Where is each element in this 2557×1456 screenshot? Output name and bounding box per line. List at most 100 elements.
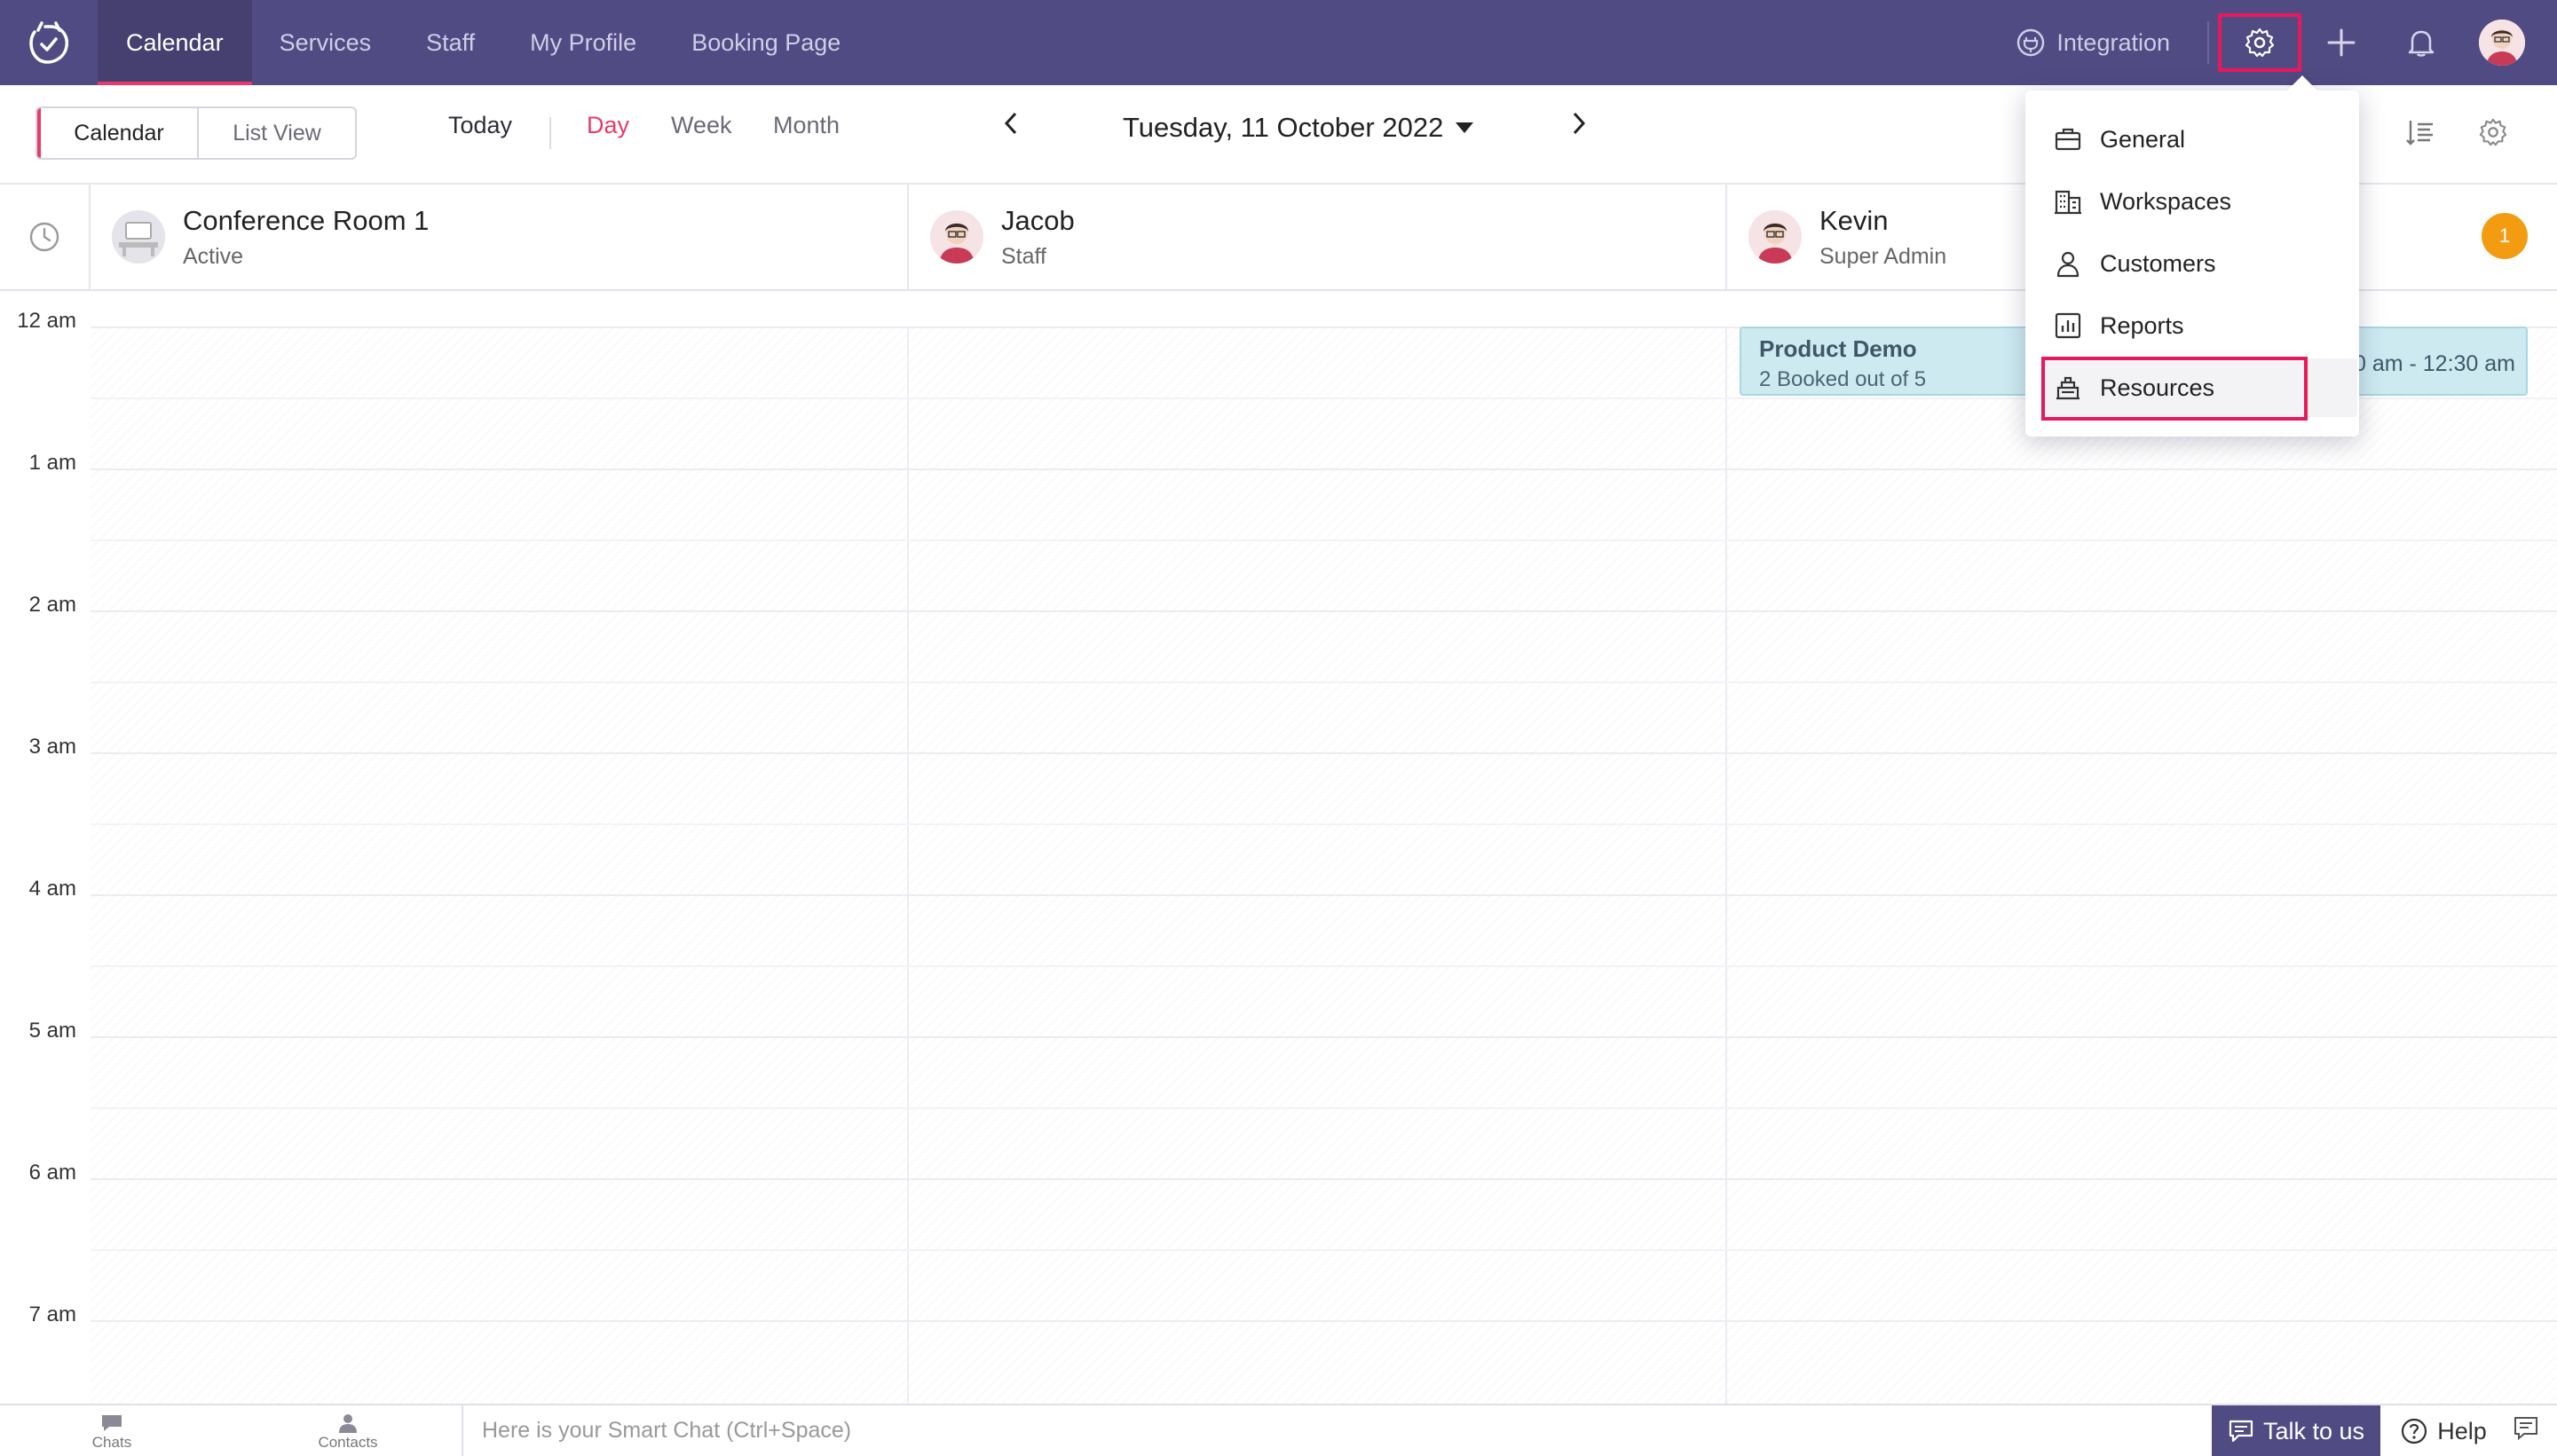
sort-lines-icon	[2406, 121, 2433, 146]
hour-line	[91, 468, 2557, 470]
resource-role: Super Admin	[1819, 243, 1947, 269]
resource-name: Jacob	[1001, 204, 1075, 236]
resource-column-conference-room[interactable]: Conference Room 1 Active	[91, 185, 909, 289]
chat-widget-button[interactable]	[2512, 1413, 2540, 1445]
resource-status: Active	[183, 243, 244, 269]
view-mode-toggle: Calendar List View	[36, 106, 357, 160]
hour-line	[91, 1178, 2557, 1180]
nav-divider	[2207, 21, 2209, 64]
day-range-button[interactable]: Day	[587, 112, 629, 139]
today-button[interactable]: Today	[448, 112, 512, 139]
resources-highlight-box	[2041, 357, 2308, 421]
column-divider	[907, 327, 909, 1404]
building-icon	[2055, 190, 2081, 215]
time-label: 12 am	[17, 309, 76, 333]
bottom-divider	[462, 1405, 463, 1456]
settings-gear-button[interactable]	[2218, 13, 2301, 72]
app-logo-icon[interactable]	[0, 0, 98, 85]
chats-button[interactable]: Chats	[59, 1407, 165, 1456]
hour-line	[91, 610, 2557, 612]
menu-item-workspaces[interactable]: Workspaces	[2041, 172, 2343, 231]
clock-icon[interactable]	[28, 221, 60, 253]
date-picker[interactable]: Tuesday, 11 October 2022	[1123, 112, 1474, 144]
time-column: 12 am 1 am 2 am 3 am 4 am 5 am 6 am 7 am	[0, 291, 91, 1404]
notifications-button[interactable]	[2381, 13, 2461, 72]
talk-to-us-button[interactable]: Talk to us	[2212, 1405, 2380, 1456]
time-label: 3 am	[28, 735, 76, 759]
gear-icon	[2245, 28, 2275, 58]
user-icon	[2056, 251, 2080, 278]
hour-line	[91, 894, 2557, 896]
contacts-label: Contacts	[318, 1434, 378, 1451]
toolbar-divider	[549, 117, 551, 149]
contact-person-icon	[339, 1414, 357, 1433]
nav-tab-booking-page[interactable]: Booking Page	[664, 0, 868, 85]
chevron-right-icon	[1573, 112, 1586, 135]
resource-role: Staff	[1001, 243, 1046, 269]
time-label: 6 am	[28, 1161, 76, 1184]
list-view-button[interactable]: List View	[197, 108, 355, 158]
menu-item-label: Customers	[2100, 249, 2216, 277]
conference-room-icon	[112, 210, 165, 264]
smart-chat-input[interactable]: Here is your Smart Chat (Ctrl+Space)	[482, 1418, 851, 1444]
menu-item-general[interactable]: General	[2041, 110, 2343, 169]
hour-line	[91, 1320, 2557, 1322]
calendar-settings-button[interactable]	[2478, 117, 2508, 152]
staff-avatar	[930, 210, 983, 264]
add-button[interactable]	[2301, 13, 2381, 72]
menu-item-label: General	[2100, 125, 2186, 153]
nav-tab-services[interactable]: Services	[252, 0, 399, 85]
integration-button[interactable]: Integration	[2016, 28, 2170, 58]
help-button[interactable]: Help	[2386, 1405, 2501, 1456]
chat-bubble-icon	[102, 1415, 122, 1431]
column-divider	[1725, 327, 1727, 1404]
room-avatar	[112, 210, 165, 264]
calendar-view-button[interactable]: Calendar	[37, 108, 197, 158]
menu-item-customers[interactable]: Customers	[2041, 234, 2343, 293]
week-range-button[interactable]: Week	[671, 112, 732, 139]
staff-avatar	[1748, 210, 1802, 264]
hour-line	[91, 1036, 2557, 1038]
event-booking-count: 2 Booked out of 5	[1759, 367, 1927, 391]
half-hour-line	[91, 965, 2557, 967]
briefcase-icon	[2055, 128, 2081, 151]
calendar-slots-area[interactable]	[91, 327, 2557, 1404]
half-hour-line	[91, 1249, 2557, 1251]
integration-label: Integration	[2056, 28, 2170, 56]
nav-tab-my-profile[interactable]: My Profile	[502, 0, 664, 85]
nav-tab-staff[interactable]: Staff	[399, 0, 502, 85]
next-date-button[interactable]	[1569, 108, 1589, 146]
time-label: 7 am	[28, 1303, 76, 1326]
half-hour-line	[91, 823, 2557, 825]
half-hour-line	[91, 1107, 2557, 1109]
caret-down-icon	[1456, 122, 1474, 133]
time-label: 4 am	[28, 877, 76, 901]
bar-chart-icon	[2055, 312, 2081, 339]
chevron-left-icon	[1004, 112, 1017, 135]
help-circle-icon	[2402, 1418, 2427, 1444]
resource-column-jacob[interactable]: Jacob Staff	[909, 185, 1727, 289]
menu-item-reports[interactable]: Reports	[2041, 296, 2343, 355]
time-label: 1 am	[28, 451, 76, 475]
half-hour-line	[91, 539, 2557, 541]
resource-name: Kevin	[1819, 204, 1889, 236]
plus-icon	[2327, 28, 2356, 57]
plug-icon	[2017, 28, 2045, 57]
time-label: 5 am	[28, 1019, 76, 1043]
person-avatar-icon	[1748, 210, 1802, 264]
sort-order-button[interactable]	[2405, 117, 2435, 152]
count-badge[interactable]: 1	[2482, 213, 2528, 259]
message-icon	[2229, 1420, 2253, 1443]
menu-item-label: Workspaces	[2100, 187, 2232, 215]
menu-item-label: Reports	[2100, 311, 2184, 339]
month-range-button[interactable]: Month	[773, 112, 840, 139]
user-avatar[interactable]	[2479, 20, 2525, 66]
person-avatar-icon	[930, 210, 983, 264]
time-label: 2 am	[28, 593, 76, 617]
previous-date-button[interactable]	[1001, 108, 1021, 146]
resource-name: Conference Room 1	[183, 204, 430, 236]
hour-line	[91, 752, 2557, 754]
nav-tab-calendar[interactable]: Calendar	[98, 0, 252, 85]
gear-icon	[2479, 118, 2507, 146]
contacts-button[interactable]: Contacts	[295, 1407, 401, 1456]
